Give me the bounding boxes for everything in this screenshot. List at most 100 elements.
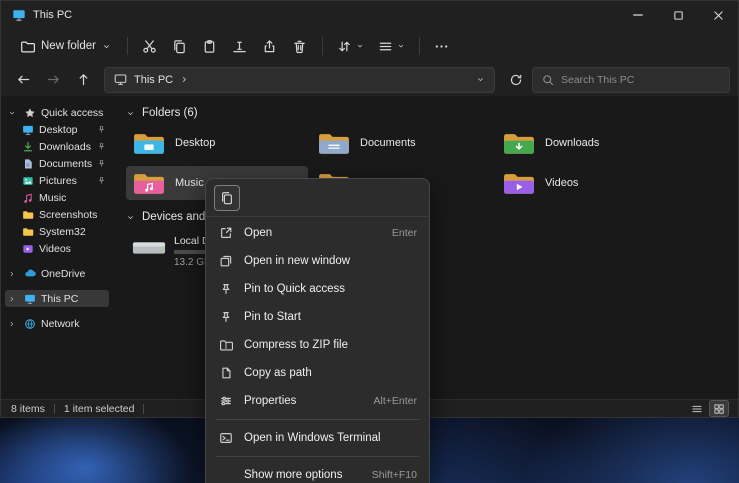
sidebar-item-label: Pictures <box>39 175 77 187</box>
search-input[interactable] <box>561 74 720 86</box>
menu-item-copy-as-path[interactable]: Copy as path <box>206 359 429 387</box>
search-box[interactable] <box>532 67 730 93</box>
sidebar-item-label: Videos <box>39 243 71 255</box>
search-icon <box>542 74 554 86</box>
chevron-right-icon[interactable] <box>180 75 189 84</box>
menu-item-open-in-new-window[interactable]: Open in new window <box>206 247 429 275</box>
chevron-right-icon[interactable] <box>8 270 19 278</box>
cut-button[interactable] <box>135 32 165 60</box>
sidebar-item-desktop[interactable]: Desktop <box>5 121 109 138</box>
forward-button[interactable] <box>39 67 67 93</box>
videos-folder-icon <box>502 169 536 197</box>
menu-item-pin-to-quick-access[interactable]: Pin to Quick access <box>206 275 429 303</box>
sidebar-item-onedrive[interactable]: OneDrive <box>5 265 109 282</box>
menu-separator <box>216 456 419 457</box>
share-button[interactable] <box>255 32 285 60</box>
sidebar-item-system32[interactable]: System32 <box>5 223 109 240</box>
breadcrumb-root[interactable]: This PC <box>134 74 173 86</box>
navigation-bar: This PC <box>1 63 738 96</box>
divider <box>143 404 144 414</box>
menu-item-compress-to-zip[interactable]: Compress to ZIP file <box>206 331 429 359</box>
sidebar-item-this-pc[interactable]: This PC <box>5 290 109 307</box>
divider <box>54 404 55 414</box>
section-label: Folders (6) <box>142 107 198 119</box>
sidebar-item-label: Documents <box>39 158 92 170</box>
address-dropdown-chevron[interactable] <box>476 75 485 84</box>
chevron-down-icon[interactable] <box>126 213 135 222</box>
sidebar-item-label: System32 <box>39 226 86 238</box>
close-button[interactable] <box>698 1 738 29</box>
sidebar-item-quick-access[interactable]: Quick access <box>5 104 109 121</box>
copy-button[interactable] <box>214 185 240 211</box>
folder-tile-label: Downloads <box>545 137 599 149</box>
menu-item-label: Compress to ZIP file <box>244 339 348 351</box>
desktop: { "window": { "title": "This PC" }, "com… <box>0 0 739 483</box>
menu-item-label: Open <box>244 227 272 239</box>
pin-icon <box>218 310 234 324</box>
sort-button[interactable] <box>330 32 371 60</box>
new-window-icon <box>218 254 234 268</box>
new-folder-label: New folder <box>41 40 96 52</box>
up-button[interactable] <box>69 67 97 93</box>
sidebar-item-label: Desktop <box>39 124 78 136</box>
sidebar-item-pictures[interactable]: Pictures <box>5 172 109 189</box>
folder-tile-documents[interactable]: Documents <box>311 126 493 160</box>
open-icon <box>218 226 234 240</box>
refresh-button[interactable] <box>502 67 530 93</box>
chevron-down-icon <box>397 42 405 50</box>
view-button[interactable] <box>371 32 412 60</box>
folder-tile-desktop[interactable]: Desktop <box>126 126 308 160</box>
sidebar-item-videos[interactable]: Videos <box>5 240 109 257</box>
sidebar-item-screenshots[interactable]: Screenshots <box>5 206 109 223</box>
menu-item-shortcut: Enter <box>392 227 417 239</box>
folder-tile-videos[interactable]: Videos <box>496 166 678 200</box>
cloud-icon <box>23 267 37 280</box>
sidebar-item-label: Quick access <box>41 107 103 119</box>
divider <box>322 37 323 55</box>
menu-item-properties[interactable]: Properties Alt+Enter <box>206 387 429 415</box>
menu-item-open-in-windows-terminal[interactable]: Open in Windows Terminal <box>206 424 429 452</box>
menu-item-open[interactable]: Open Enter <box>206 219 429 247</box>
sidebar-item-documents[interactable]: Documents <box>5 155 109 172</box>
copy-button[interactable] <box>165 32 195 60</box>
chevron-down-icon[interactable] <box>8 109 19 117</box>
sidebar-item-music[interactable]: Music <box>5 189 109 206</box>
folder-tile-label: Music <box>175 177 204 189</box>
divider <box>419 37 420 55</box>
folders-section-header[interactable]: Folders (6) <box>126 104 730 122</box>
back-button[interactable] <box>9 67 37 93</box>
chevron-right-icon[interactable] <box>8 320 19 328</box>
large-icons-view-icon[interactable] <box>710 401 728 416</box>
window-title: This PC <box>33 9 72 21</box>
video-icon <box>21 243 35 255</box>
chevron-right-icon[interactable] <box>8 295 19 303</box>
folder-tile-downloads[interactable]: Downloads <box>496 126 678 160</box>
monitor-icon <box>23 293 37 305</box>
menu-item-show-more-options[interactable]: Show more options Shift+F10 <box>206 461 429 483</box>
sidebar-item-downloads[interactable]: Downloads <box>5 138 109 155</box>
menu-item-label: Pin to Start <box>244 311 301 323</box>
menu-item-label: Open in Windows Terminal <box>244 432 381 444</box>
paste-button[interactable] <box>195 32 225 60</box>
rename-button[interactable] <box>225 32 255 60</box>
menu-item-label: Copy as path <box>244 367 312 379</box>
pin-icon <box>97 176 106 185</box>
delete-button[interactable] <box>285 32 315 60</box>
new-folder-button[interactable]: New folder <box>11 34 120 59</box>
menu-item-pin-to-start[interactable]: Pin to Start <box>206 303 429 331</box>
items-count: 8 items <box>11 403 45 415</box>
chevron-down-icon <box>102 42 111 51</box>
download-icon <box>21 141 35 153</box>
maximize-button[interactable] <box>658 1 698 29</box>
hard-drive-icon <box>132 235 166 261</box>
sidebar-item-network[interactable]: Network <box>5 315 109 332</box>
selection-count: 1 item selected <box>64 403 135 415</box>
menu-item-label: Open in new window <box>244 255 350 267</box>
minimize-button[interactable] <box>618 1 658 29</box>
chevron-down-icon[interactable] <box>126 109 135 118</box>
more-options-button[interactable] <box>427 32 457 60</box>
titlebar[interactable]: This PC <box>1 1 738 29</box>
folder-icon <box>21 226 35 238</box>
address-bar[interactable]: This PC <box>104 67 495 93</box>
details-view-icon[interactable] <box>688 401 706 416</box>
